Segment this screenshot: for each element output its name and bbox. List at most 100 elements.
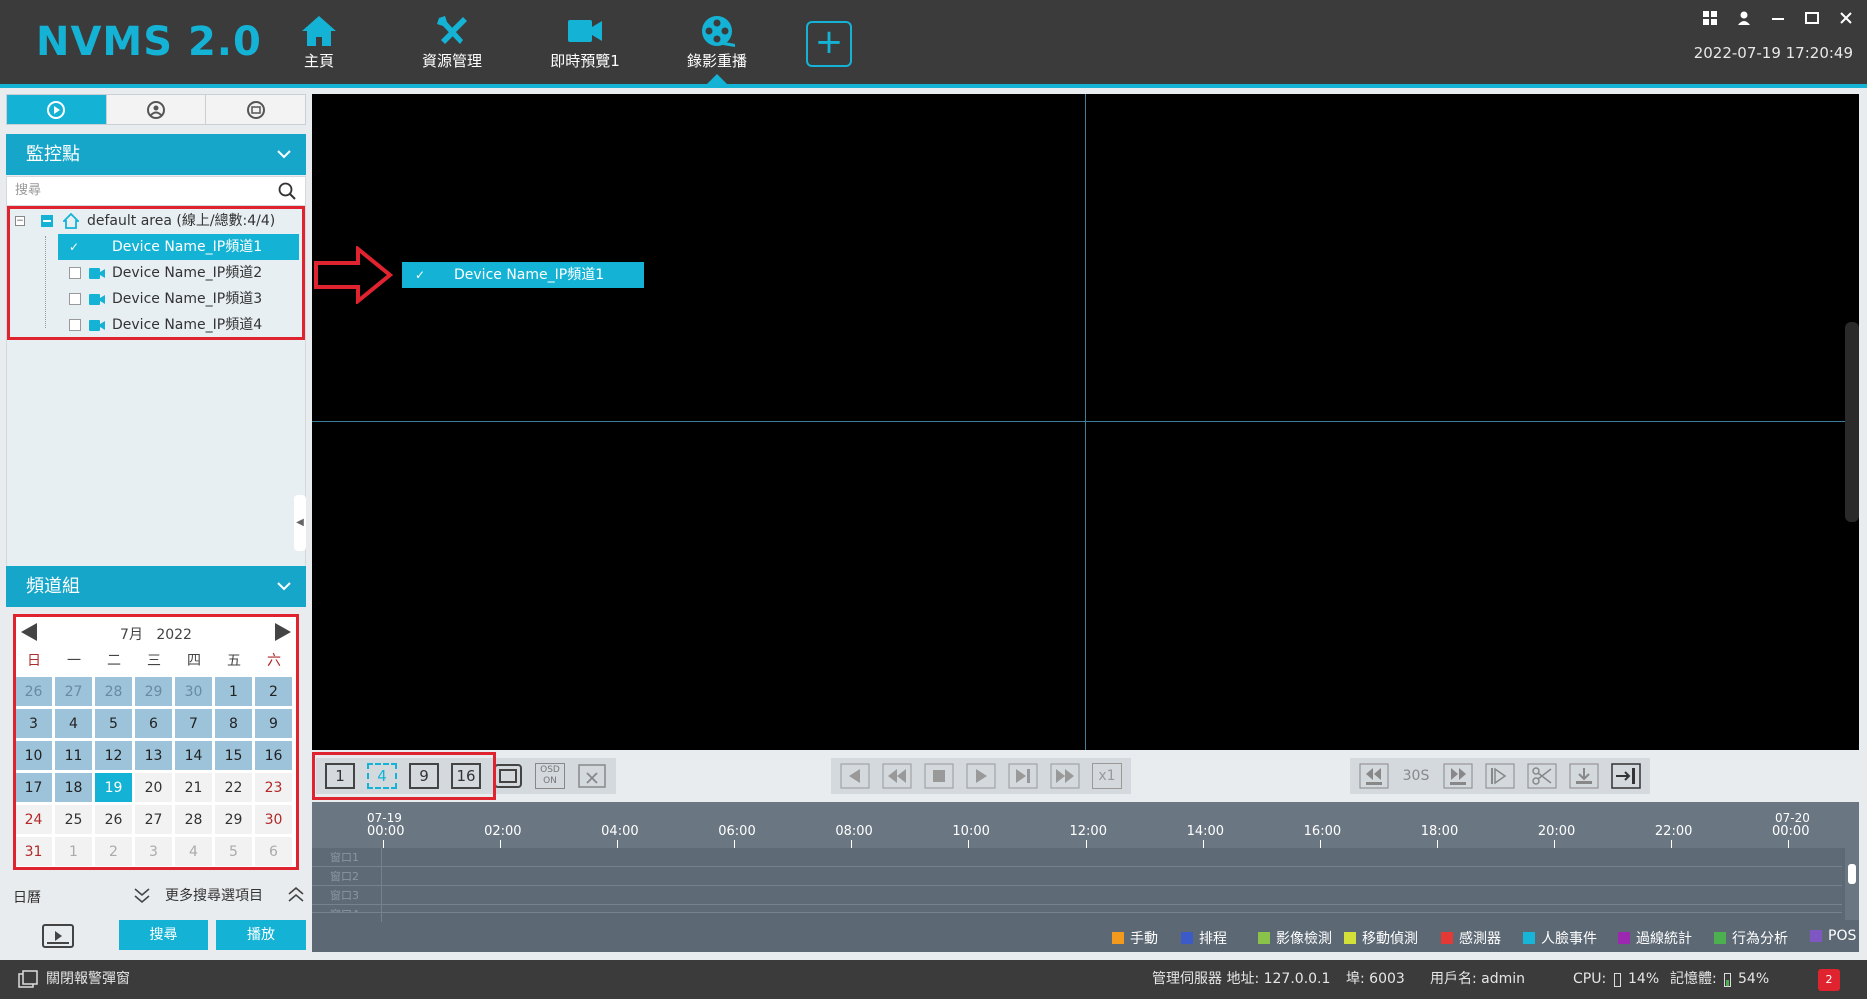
collapse-panel-handle[interactable]: ◀ [294, 495, 306, 551]
app-logo: NVMS 2.0 [36, 19, 262, 65]
minimize-icon[interactable] [1769, 11, 1787, 29]
video-grid[interactable] [312, 94, 1859, 750]
timeline-tick [1202, 840, 1204, 848]
timeline-window-row[interactable]: 窗口1 [312, 848, 1842, 867]
timeline-tick [968, 840, 970, 848]
timeline-window-row[interactable]: 窗口3 [312, 886, 1842, 905]
legend-swatch [1112, 932, 1124, 944]
reverse-play-icon[interactable] [837, 762, 873, 790]
highlight-frame-calendar [13, 614, 299, 870]
close-all-icon[interactable] [574, 762, 610, 790]
window-controls [1701, 8, 1855, 32]
stop-icon[interactable] [921, 762, 957, 790]
tab-event-playback[interactable] [206, 95, 305, 124]
legend-swatch [1181, 932, 1193, 944]
close-icon[interactable] [1837, 11, 1855, 29]
timeline-tick-label: 02:00 [484, 824, 522, 839]
fast-forward-icon[interactable] [1047, 762, 1083, 790]
skip-forward-30s-icon[interactable] [1440, 762, 1476, 790]
checkmark-icon: ✓ [415, 268, 426, 282]
timeline-row-label: 窗口1 [330, 851, 359, 864]
timeline-row-divider [381, 848, 382, 922]
nav-playback-label: 錄影重播 [686, 52, 747, 70]
timeline-window-row[interactable]: 窗口2 [312, 867, 1842, 886]
legend-item: 影像檢測 [1258, 928, 1332, 948]
scissors-icon[interactable] [1524, 762, 1560, 790]
tab-face-playback[interactable] [107, 95, 207, 124]
timeline-tick [617, 840, 619, 848]
play-icon[interactable] [963, 762, 999, 790]
rewind-icon[interactable] [879, 762, 915, 790]
sync-playback-icon[interactable] [1608, 762, 1644, 790]
memory-gauge-icon [1724, 973, 1731, 987]
grid-icon[interactable] [1701, 11, 1719, 29]
user-name: 用戶名: admin [1430, 971, 1526, 987]
search-button[interactable]: 搜尋 [119, 920, 208, 950]
cpu-value: 14% [1628, 971, 1660, 987]
timeline-scrollbar[interactable] [1845, 848, 1859, 920]
highlight-frame-channels [7, 206, 305, 340]
double-chevron-up-icon[interactable] [287, 886, 305, 904]
channel-group-header[interactable]: 頻道組 [6, 566, 306, 607]
channel-search-input[interactable]: 搜尋 [6, 176, 306, 206]
dragged-channel-item[interactable]: Device Name_IP頻道1 [402, 262, 644, 288]
tools-icon [437, 16, 467, 44]
legend-item: 移動偵測 [1344, 928, 1418, 948]
play-button[interactable]: 播放 [216, 920, 306, 950]
top-bar-accent-line [0, 84, 1867, 88]
timeline-tick [1553, 840, 1555, 848]
download-icon[interactable] [1566, 762, 1602, 790]
memory-value: 54% [1738, 971, 1770, 987]
speed-indicator[interactable]: x1 [1089, 762, 1125, 790]
nav-live-preview[interactable]: 即時預覽1 [525, 14, 645, 74]
server-address: 管理伺服器 地址: 127.0.0.1 [1152, 971, 1331, 987]
current-datetime: 2022-07-19 17:20:49 [1693, 44, 1853, 62]
nav-home[interactable]: 主頁 [259, 14, 379, 74]
camera-icon [568, 20, 602, 42]
timeline-tick-label: 00:00 [367, 824, 405, 839]
osd-toggle-button[interactable]: OSD ON [532, 762, 568, 790]
nav-playback[interactable]: 錄影重播 [657, 14, 777, 74]
osd-label: OSD ON [535, 763, 565, 789]
double-chevron-down-icon[interactable] [133, 886, 151, 904]
skip-label: 30S [1402, 768, 1430, 784]
monitor-points-header[interactable]: 監控點 [6, 134, 306, 175]
add-tab-button[interactable]: + [806, 21, 852, 67]
search-icon[interactable] [278, 182, 296, 200]
more-search-options[interactable]: 更多搜尋選項目 [165, 885, 263, 905]
timeline-tick-label: 16:00 [1303, 824, 1342, 839]
timeline-tick-label: 12:00 [1069, 824, 1107, 839]
timeline-tick-label: 14:00 [1186, 824, 1225, 839]
legend-label: 排程 [1199, 931, 1227, 947]
timeline-start-date: 07-19 [367, 811, 402, 825]
film-reel-icon [702, 16, 735, 47]
clip-start-icon[interactable] [1482, 762, 1518, 790]
timeline-tick [1436, 840, 1438, 848]
video-scroll-handle[interactable] [1845, 322, 1859, 522]
monitor-points-title: 監控點 [26, 144, 80, 165]
alarm-count-badge[interactable]: 2 [1818, 969, 1840, 991]
nav-resource-management[interactable]: 資源管理 [392, 14, 512, 74]
legend-swatch [1344, 932, 1356, 944]
active-tab-indicator [707, 74, 727, 84]
legend-swatch [1810, 930, 1822, 942]
maximize-icon[interactable] [1803, 11, 1821, 29]
user-icon[interactable] [1735, 11, 1753, 29]
timeline-tick-label: 20:00 [1537, 824, 1576, 839]
tab-channel-playback[interactable] [7, 95, 107, 124]
close-alarm-popup[interactable]: 關閉報警彈窗 [46, 960, 130, 999]
alarm-window-icon[interactable] [18, 970, 38, 988]
grid-divider-horizontal [312, 421, 1859, 422]
grid-divider-vertical [1085, 94, 1086, 750]
timeline-tick-label: 04:00 [601, 824, 639, 839]
legend-label: 過線統計 [1636, 931, 1692, 947]
legend-item: 手動 [1112, 928, 1158, 948]
skip-back-30s-icon[interactable] [1356, 762, 1392, 790]
timeline-end-date: 07-20 [1775, 811, 1810, 825]
playback-view-icon[interactable] [42, 924, 74, 948]
timeline-tick-label: 00:00 [1772, 824, 1810, 839]
timeline-window-row[interactable]: 窗口4 [312, 905, 1842, 913]
person-circle-icon [147, 100, 165, 119]
legend-swatch [1441, 932, 1453, 944]
next-frame-icon[interactable] [1005, 762, 1041, 790]
